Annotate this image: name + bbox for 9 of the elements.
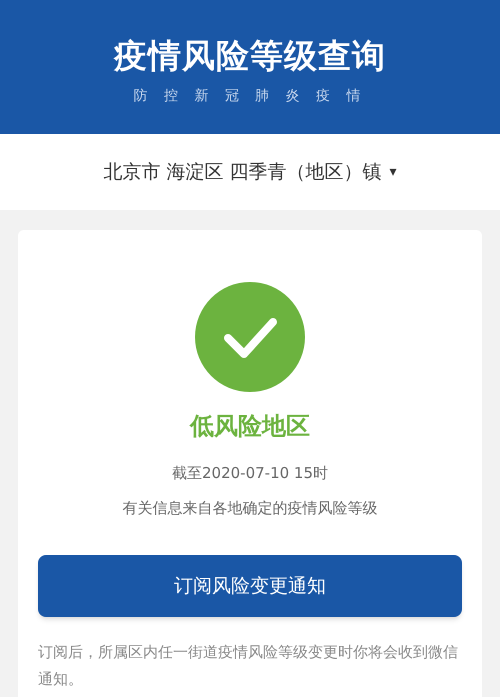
- page-subtitle: 防 控 新 冠 肺 炎 疫 情: [133, 87, 367, 106]
- update-time: 截至2020-07-10 15时: [172, 463, 328, 484]
- page-title: 疫情风险等级查询: [114, 35, 386, 77]
- info-source: 有关信息来自各地确定的疫情风险等级: [122, 498, 378, 518]
- subscribe-button[interactable]: 订阅风险变更通知: [38, 555, 462, 617]
- location-selector[interactable]: 北京市 海淀区 四季青（地区）镇 ▾: [103, 158, 397, 186]
- risk-level: 低风险地区: [190, 411, 310, 442]
- check-circle-icon: [195, 282, 305, 392]
- subscribe-note: 订阅后，所属区内任一街道疫情风险等级变更时你将会收到微信通知。: [38, 642, 459, 690]
